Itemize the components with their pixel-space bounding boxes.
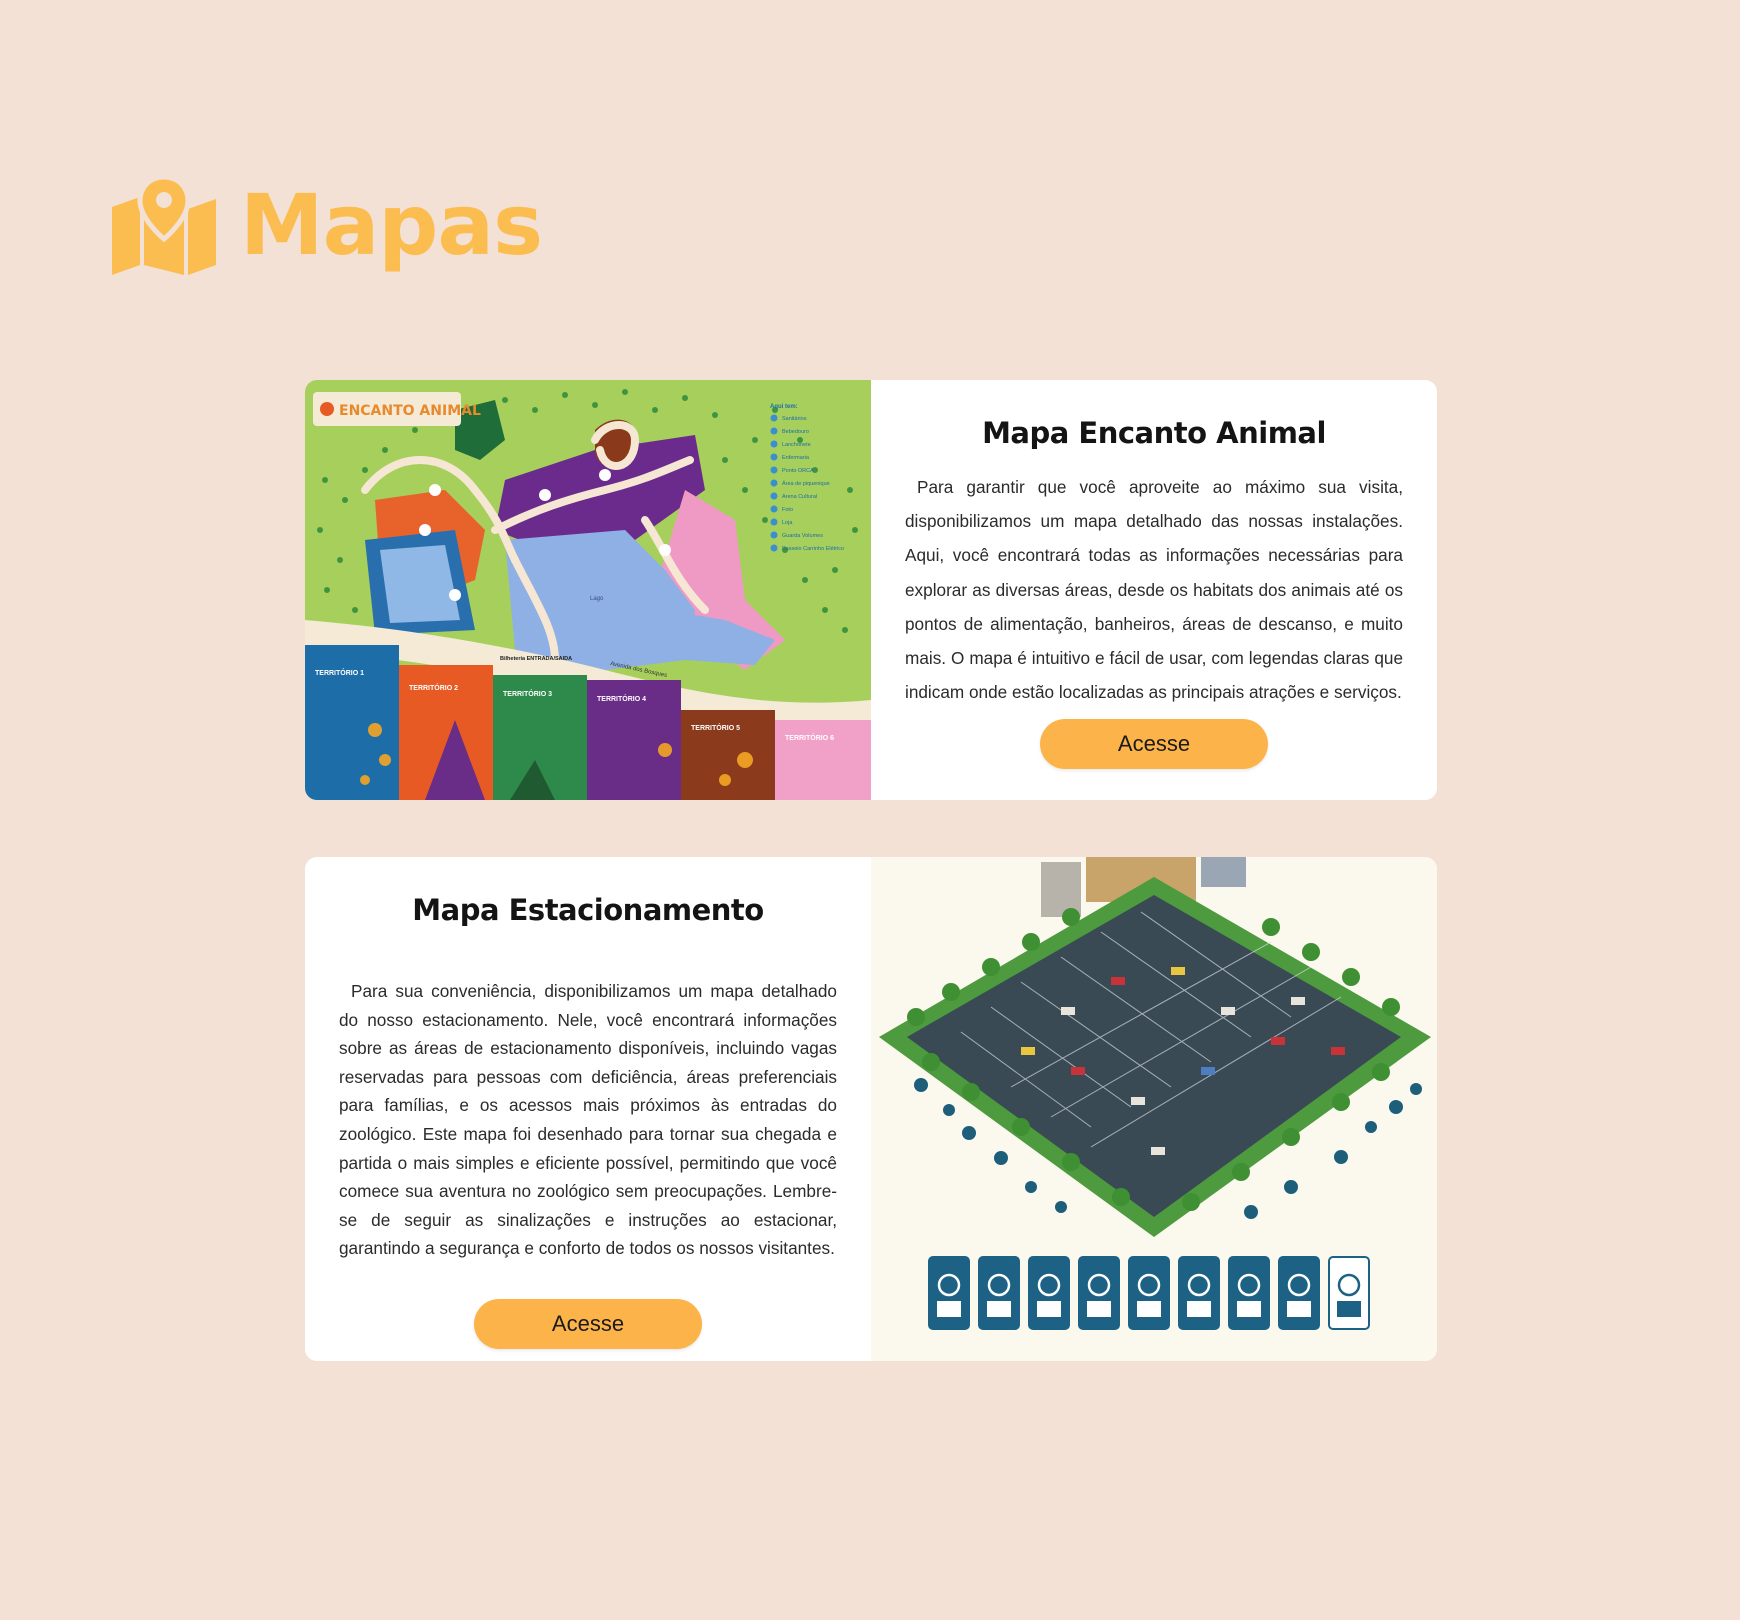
zoo-map-card-body: Mapa Encanto Animal Para garantir que vo… (871, 380, 1437, 800)
territory-6-label: TERRITÓRIO 6 (785, 733, 834, 742)
zoo-map-image[interactable]: ENCANTO ANIMAL Aqui tem: Sanitários Bebed… (305, 380, 871, 800)
legend-bullet-icon (770, 544, 778, 552)
wheelchair-icon-body (1237, 1301, 1261, 1317)
legend-bullet-icon (770, 531, 778, 539)
car-icon (1078, 1256, 1120, 1330)
legend-bullet-icon (770, 414, 778, 422)
wheelchair-icon (1178, 1256, 1220, 1330)
family-icon (1328, 1256, 1370, 1330)
accessible-icon-body (1137, 1301, 1161, 1317)
territory-4-label: TERRITÓRIO 4 (597, 694, 646, 703)
legend-bullet-icon (770, 505, 778, 513)
car-icon-body (1037, 1301, 1061, 1317)
zoo-entrance-label: Bilheteria ENTRADA/SAIDA (500, 656, 572, 662)
bicycle-icon (1278, 1256, 1320, 1330)
wheelchair-icon-body (1187, 1301, 1211, 1317)
legend-item: Sanitários (782, 416, 807, 422)
car-icon (1028, 1256, 1070, 1330)
zoo-map-description: Para garantir que você aproveite ao máxi… (905, 477, 1403, 703)
territory-1-label: TERRITÓRIO 1 (315, 668, 364, 677)
car-icon-body (1087, 1301, 1111, 1317)
legend-item: Ponto ORCA (782, 468, 814, 474)
legend-bullet-icon (770, 466, 778, 474)
bicycle-icon-body (1287, 1301, 1311, 1317)
zoo-lake-label: Lago (590, 596, 604, 602)
page-header: Mapas (110, 170, 543, 280)
family-icon-body (1337, 1301, 1361, 1317)
legend-item: Área de piquenique (782, 480, 830, 487)
legend-item: Loja (782, 520, 793, 526)
legend-item: Bebedouro (782, 429, 809, 435)
parking-map-access-button[interactable]: Acesse (474, 1298, 702, 1349)
territory-5-label: TERRITÓRIO 5 (691, 723, 740, 732)
zoo-map-card: ENCANTO ANIMAL Aqui tem: Sanitários Bebed… (305, 380, 1437, 800)
legend-bullet-icon (770, 518, 778, 526)
legend-bullet-icon (770, 453, 778, 461)
parking-map-card-body: Mapa Estacionamento Para sua conveniênci… (305, 857, 871, 1361)
parking-map-card: Mapa Estacionamento Para sua conveniênci… (305, 857, 1437, 1361)
territory-3-label: TERRITÓRIO 3 (503, 689, 552, 698)
legend-bullet-icon (770, 427, 778, 435)
zoo-map-access-button[interactable]: Acesse (1040, 719, 1268, 770)
legend-item: Enfermaria (782, 455, 810, 461)
zoo-map-title: Mapa Encanto Animal (982, 416, 1326, 450)
legend-bullet-icon (770, 479, 778, 487)
legend-item: Lanchonete (782, 442, 811, 448)
woman-icon-body (937, 1301, 961, 1317)
legend-item: Arena Cultural (782, 494, 817, 500)
zoo-map-brand: ENCANTO ANIMAL (339, 403, 481, 419)
accessible-icon (1128, 1256, 1170, 1330)
parking-map-description: Para sua conveniência, disponibilizamos … (339, 981, 837, 1259)
parking-map-image[interactable] (871, 857, 1437, 1361)
legend-item: Passeio Carrinho Elétrico (782, 546, 844, 552)
page-title: Mapas (240, 176, 543, 274)
legend-item: Guarda Volumes (782, 533, 823, 539)
wheelchair-icon (1228, 1256, 1270, 1330)
woman-icon (928, 1256, 970, 1330)
zoo-legend-title: Aqui tem: (770, 404, 798, 410)
parking-map-title: Mapa Estacionamento (412, 893, 764, 927)
legend-item: Foto (782, 507, 793, 513)
person-car-icon-body (987, 1301, 1011, 1317)
legend-bullet-icon (770, 440, 778, 448)
person-car-icon (978, 1256, 1020, 1330)
territory-2-label: TERRITÓRIO 2 (409, 683, 458, 692)
legend-bullet-icon (770, 492, 778, 500)
map-pin-icon (112, 175, 216, 275)
